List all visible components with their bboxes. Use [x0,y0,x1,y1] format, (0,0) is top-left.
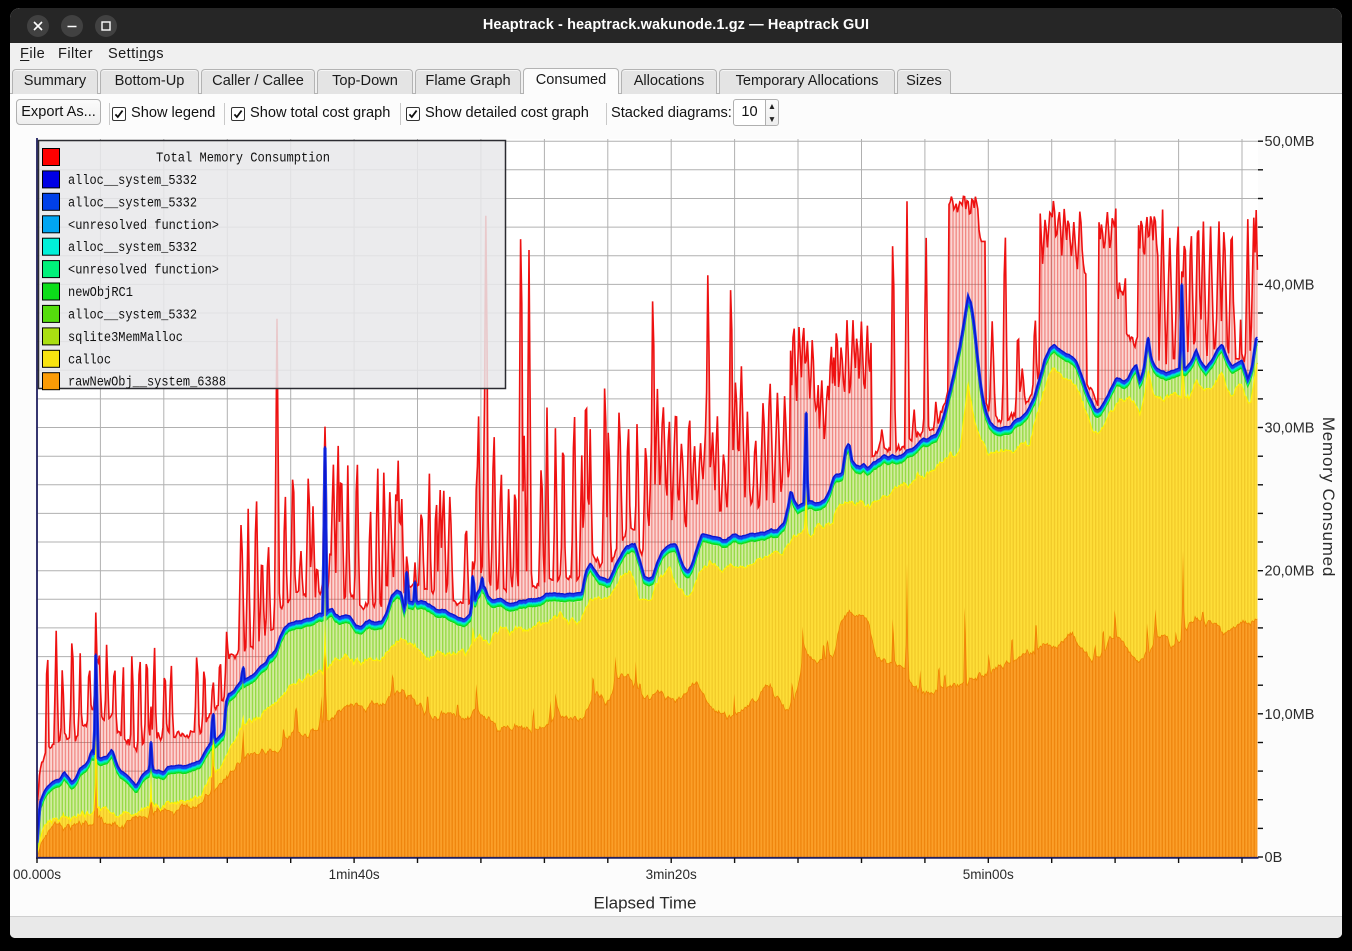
svg-text:1min40s: 1min40s [329,867,380,882]
svg-text:30,0MB: 30,0MB [1265,421,1315,437]
svg-text:newObjRC1: newObjRC1 [68,286,133,301]
svg-text:Memory Consumed: Memory Consumed [1319,417,1338,577]
svg-text:0B: 0B [1265,850,1283,866]
svg-text:Elapsed Time: Elapsed Time [594,894,697,913]
svg-text:10,0MB: 10,0MB [1265,707,1315,723]
svg-text:Total Memory Consumption: Total Memory Consumption [156,152,330,167]
svg-text:alloc__system_5332: alloc__system_5332 [68,241,197,256]
svg-text:00.000s: 00.000s [13,867,61,882]
svg-text:50,0MB: 50,0MB [1265,134,1315,150]
svg-text:20,0MB: 20,0MB [1265,564,1315,580]
svg-text:<unresolved function>: <unresolved function> [68,219,219,234]
svg-text:alloc__system_5332: alloc__system_5332 [68,308,197,323]
svg-text:<unresolved function>: <unresolved function> [68,264,219,279]
svg-text:3min20s: 3min20s [646,867,697,882]
svg-text:40,0MB: 40,0MB [1265,277,1315,293]
svg-text:alloc__system_5332: alloc__system_5332 [68,174,197,189]
svg-text:calloc: calloc [68,353,111,368]
svg-text:rawNewObj__system_6388: rawNewObj__system_6388 [68,376,226,391]
svg-text:sqlite3MemMalloc: sqlite3MemMalloc [68,331,183,346]
svg-text:5min00s: 5min00s [963,867,1014,882]
svg-text:alloc__system_5332: alloc__system_5332 [68,196,197,211]
